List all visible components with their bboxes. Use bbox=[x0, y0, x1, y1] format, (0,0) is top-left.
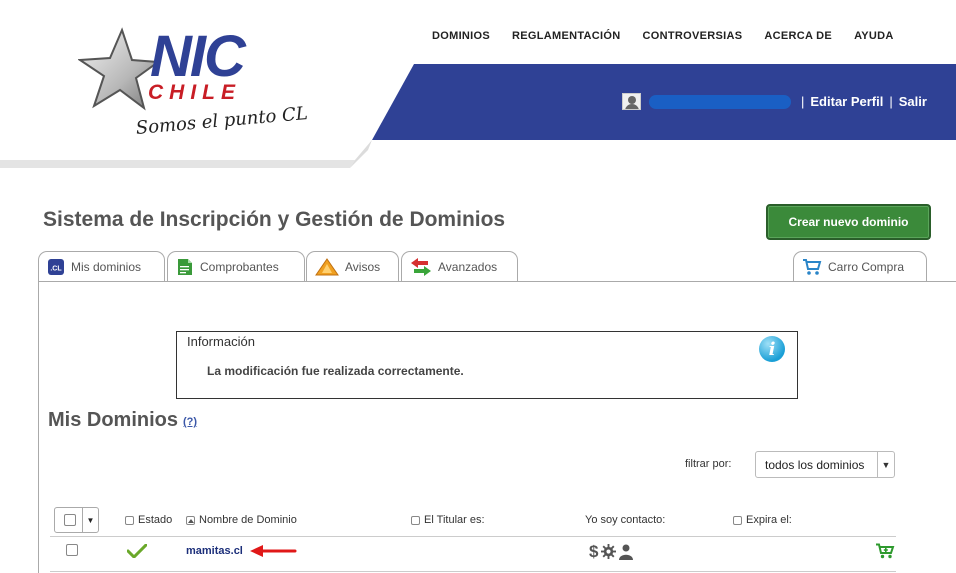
logout-link[interactable]: Salir bbox=[899, 94, 927, 109]
top-navigation: DOMINIOS REGLAMENTACIÓN CONTROVERSIAS AC… bbox=[432, 30, 916, 42]
svg-text:.CL: .CL bbox=[50, 266, 62, 273]
warning-icon bbox=[315, 258, 339, 276]
column-expira[interactable]: Expira el: bbox=[733, 514, 792, 526]
info-message: La modificación fue realizada correctame… bbox=[207, 364, 464, 378]
tab-avanzados[interactable]: Avanzados bbox=[401, 251, 518, 282]
column-label: El Titular es: bbox=[424, 514, 485, 526]
nav-reglamentacion[interactable]: REGLAMENTACIÓN bbox=[512, 30, 621, 42]
user-silhouette-icon bbox=[622, 93, 641, 110]
filter-label: filtrar por: bbox=[685, 458, 732, 470]
sort-checkbox-icon bbox=[411, 515, 420, 525]
info-message-box: Información La modificación fue realizad… bbox=[176, 331, 798, 399]
cl-domain-icon: .CL bbox=[47, 258, 65, 276]
row-checkbox[interactable] bbox=[66, 544, 78, 556]
sort-checkbox-icon bbox=[733, 515, 742, 525]
create-domain-button[interactable]: Crear nuevo dominio bbox=[766, 204, 931, 240]
person-icon bbox=[619, 544, 634, 560]
contact-roles: $ bbox=[589, 542, 634, 561]
add-to-cart-icon[interactable] bbox=[876, 543, 896, 559]
tab-label: Avisos bbox=[345, 260, 381, 274]
sort-checkbox-icon bbox=[125, 515, 134, 525]
filter-select[interactable]: todos los dominios ▼ bbox=[755, 451, 895, 478]
column-nombre-dominio[interactable]: Nombre de Dominio bbox=[186, 514, 297, 526]
column-estado[interactable]: Estado bbox=[125, 514, 172, 526]
column-label: Yo soy contacto: bbox=[585, 514, 666, 526]
dollar-icon: $ bbox=[589, 542, 599, 561]
tab-avisos[interactable]: Avisos bbox=[306, 251, 399, 282]
nav-dominios[interactable]: DOMINIOS bbox=[432, 30, 490, 42]
nic-chile-logo[interactable]: NIC CHILE Somos el punto CL bbox=[78, 24, 309, 146]
username-redacted bbox=[649, 95, 791, 109]
sort-ascending-icon bbox=[186, 515, 195, 525]
tab-carro-compra[interactable]: Carro Compra bbox=[793, 251, 927, 282]
section-title: Mis Dominios bbox=[48, 409, 179, 431]
tab-mis-dominios[interactable]: .CL Mis dominios bbox=[38, 251, 165, 282]
gear-icon bbox=[601, 544, 617, 559]
red-arrow-annotation bbox=[250, 545, 297, 557]
logo-chile-text: CHILE bbox=[148, 81, 241, 104]
nav-controversias[interactable]: CONTROVERSIAS bbox=[643, 30, 743, 42]
help-link[interactable]: (?) bbox=[183, 416, 197, 428]
filter-selected-value: todos los dominios bbox=[765, 457, 865, 472]
table-divider bbox=[50, 571, 896, 572]
tab-label: Avanzados bbox=[438, 260, 498, 274]
column-label: Expira el: bbox=[746, 514, 792, 526]
transfer-arrows-icon bbox=[410, 258, 432, 276]
edit-profile-link[interactable]: Editar Perfil bbox=[810, 94, 883, 109]
tab-label: Comprobantes bbox=[200, 260, 279, 274]
page-title: Sistema de Inscripción y Gestión de Domi… bbox=[43, 208, 506, 231]
info-title: Información bbox=[187, 334, 255, 349]
logo-nic-text: NIC bbox=[150, 24, 246, 89]
domain-link[interactable]: mamitas.cl bbox=[186, 545, 243, 557]
chevron-down-icon[interactable]: ▼ bbox=[82, 508, 98, 532]
table-divider bbox=[50, 536, 896, 537]
star-logo-icon bbox=[78, 27, 158, 111]
document-icon bbox=[176, 258, 194, 276]
chevron-down-icon: ▼ bbox=[877, 452, 894, 477]
page: NIC CHILE Somos el punto CL DOMINIOS REG… bbox=[0, 0, 956, 573]
tab-comprobantes[interactable]: Comprobantes bbox=[167, 251, 305, 282]
column-titular[interactable]: El Titular es: bbox=[411, 514, 485, 526]
info-icon: i bbox=[759, 336, 785, 362]
nav-ayuda[interactable]: AYUDA bbox=[854, 30, 894, 42]
select-all-control[interactable]: ▼ bbox=[54, 507, 99, 533]
user-links: | Editar Perfil | Salir bbox=[795, 94, 927, 109]
column-label: Nombre de Dominio bbox=[199, 514, 297, 526]
separator: | bbox=[801, 94, 805, 109]
tab-label: Mis dominios bbox=[71, 260, 142, 274]
column-contacto: Yo soy contacto: bbox=[585, 514, 665, 526]
select-all-checkbox[interactable] bbox=[64, 514, 76, 526]
nav-acerca-de[interactable]: ACERCA DE bbox=[764, 30, 832, 42]
tab-label: Carro Compra bbox=[828, 260, 905, 274]
checkmark-icon bbox=[127, 544, 147, 558]
logo-tagline: Somos el punto CL bbox=[135, 103, 309, 139]
separator: | bbox=[889, 94, 893, 109]
shopping-cart-icon bbox=[802, 258, 822, 276]
column-label: Estado bbox=[138, 514, 173, 526]
